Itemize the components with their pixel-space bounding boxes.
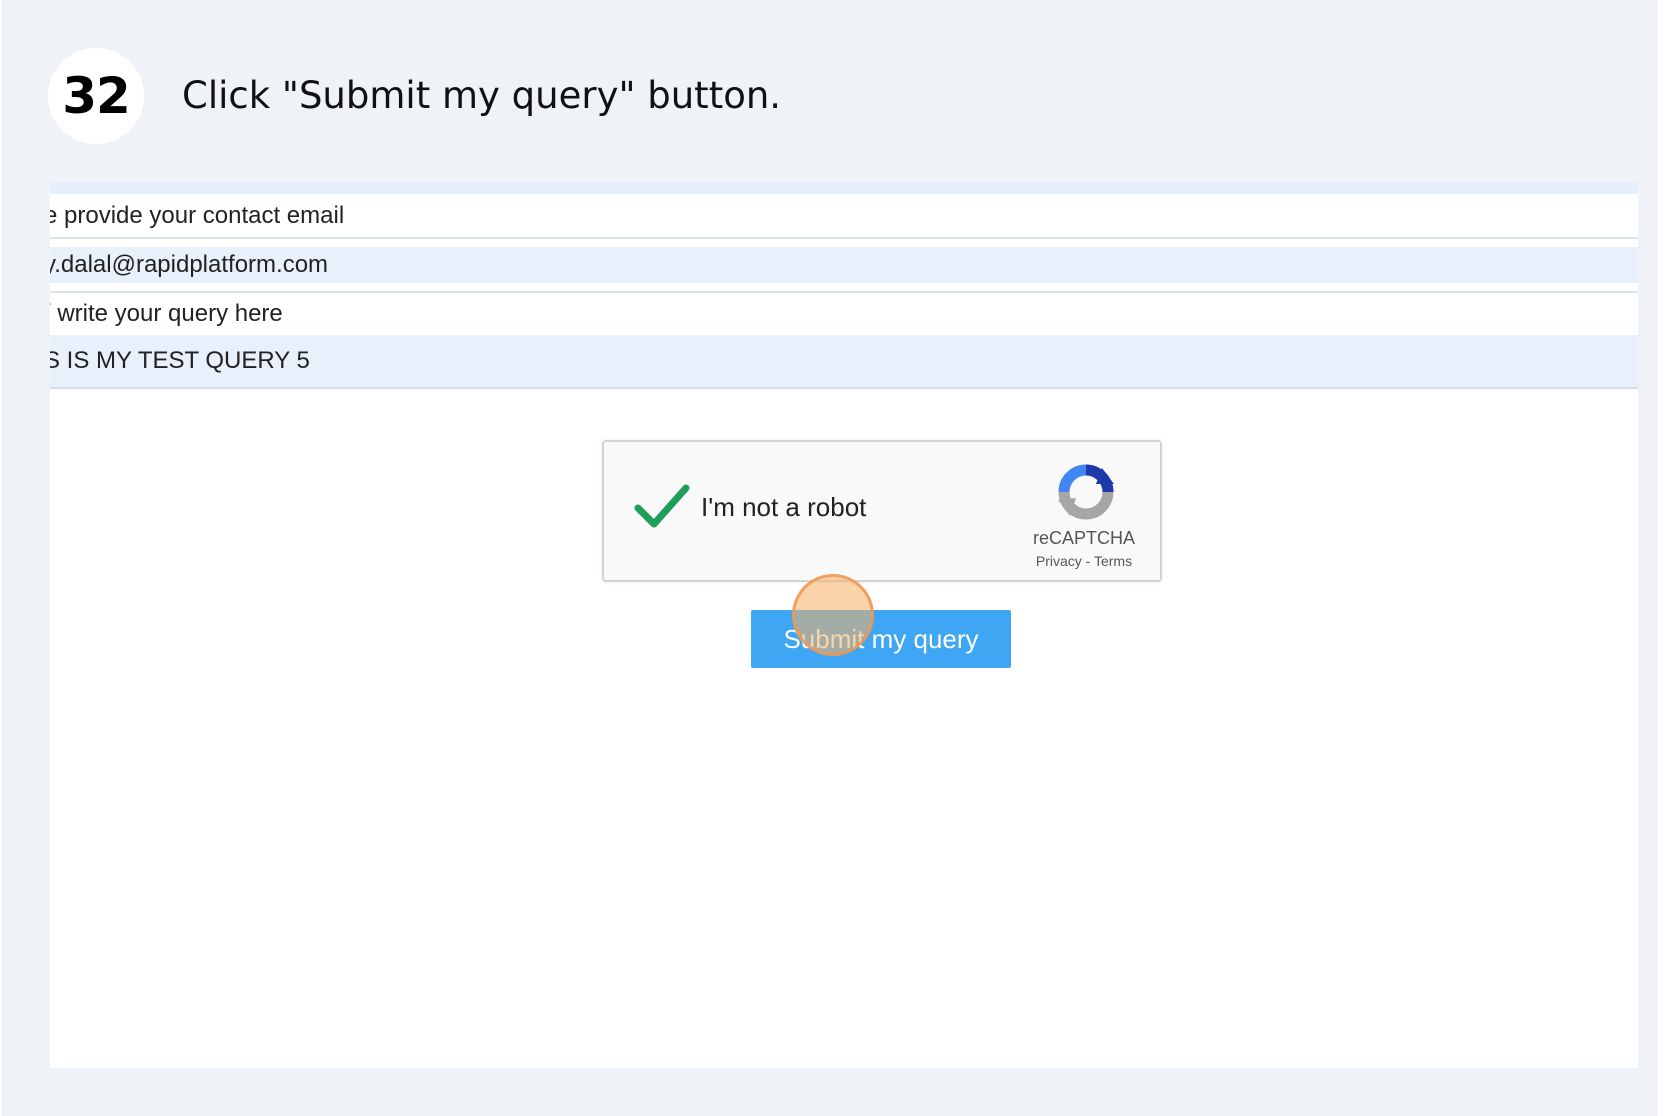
query-field[interactable]: S IS MY TEST QUERY 5 — [50, 335, 1638, 389]
query-label-row: / write your query here — [50, 291, 1638, 337]
email-label: e provide your contact email — [50, 202, 345, 229]
query-value: S IS MY TEST QUERY 5 — [50, 347, 310, 374]
step-number-badge: 32 — [48, 48, 144, 144]
email-label-row: e provide your contact email — [50, 195, 1638, 239]
query-label: / write your query here — [50, 300, 283, 327]
step-instruction: Click "Submit my query" button. — [182, 74, 782, 117]
form-top-strip — [50, 182, 1638, 194]
recaptcha-widget: I'm not a robot reCAPTCHA Privacy - Term… — [602, 440, 1162, 582]
email-value: y.dalal@rapidplatform.com — [50, 251, 329, 278]
recaptcha-logo-icon — [1058, 464, 1114, 520]
email-field[interactable]: y.dalal@rapidplatform.com — [50, 247, 1638, 283]
screenshot-area: e provide your contact email y.dalal@rap… — [50, 182, 1638, 1068]
not-a-robot-label: I'm not a robot — [701, 492, 867, 522]
tutorial-frame: 32 Click "Submit my query" button. e pro… — [2, 0, 1658, 1116]
checkmark-icon[interactable] — [634, 484, 690, 530]
submit-query-button[interactable]: Submit my query — [751, 610, 1011, 668]
click-highlight-marker — [792, 574, 874, 656]
recaptcha-brand: reCAPTCHA — [1032, 528, 1135, 548]
privacy-terms-links[interactable]: Privacy - Terms — [1004, 553, 1164, 569]
